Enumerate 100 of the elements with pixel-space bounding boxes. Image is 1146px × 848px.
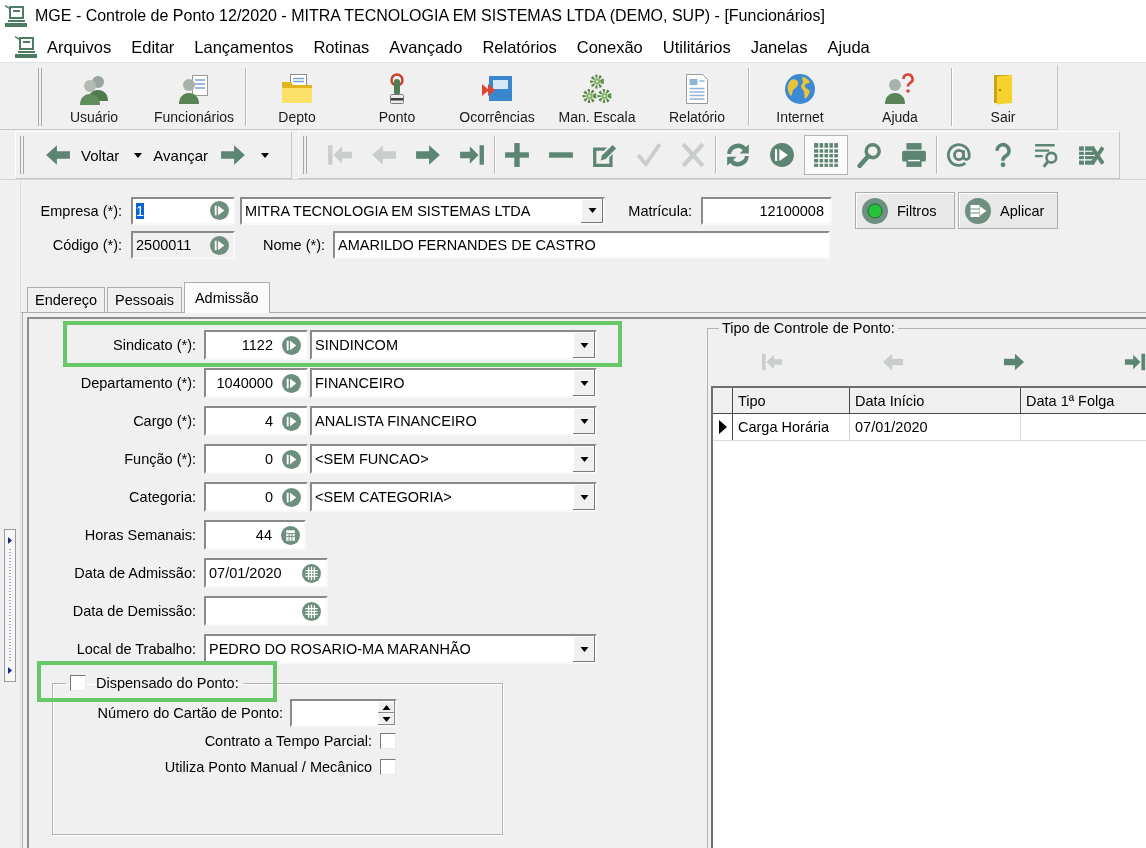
input-field[interactable]: AMARILDO FERNANDES DE CASTRO — [333, 231, 830, 259]
forward-button[interactable]: Avançar — [149, 137, 251, 173]
skip-last-icon[interactable] — [1123, 351, 1146, 373]
grid-icon[interactable] — [813, 142, 839, 168]
toolbar-grip[interactable] — [303, 136, 307, 174]
code-field[interactable]: 4 — [204, 406, 308, 436]
at-sign-icon[interactable] — [946, 142, 972, 168]
dropdown-field[interactable]: FINANCEIRO — [310, 368, 597, 398]
dropdown-field[interactable]: MITRA TECNOLOGIA EM SISTEMAS LTDA — [240, 196, 605, 225]
dropdown-field[interactable]: SINDINCOM — [310, 330, 597, 360]
field-label: Sindicato (*): — [112, 337, 196, 353]
toolbar-grip[interactable] — [20, 136, 24, 174]
spin-field[interactable] — [290, 699, 397, 727]
toolbar-button[interactable] — [804, 135, 848, 175]
field-label: Empresa (*): — [39, 202, 122, 219]
dropdown-button[interactable] — [573, 484, 595, 510]
date-field[interactable] — [204, 596, 328, 626]
play-circle-icon[interactable] — [282, 487, 301, 507]
toolbar-button[interactable]: Man. Escala — [547, 65, 647, 129]
gears-icon[interactable] — [581, 73, 613, 105]
code-field[interactable]: 0 — [204, 482, 308, 512]
code-field[interactable]: 2500011 — [131, 231, 235, 259]
printer-icon[interactable] — [901, 142, 927, 168]
toolbar-button[interactable]: Ajuda — [850, 65, 950, 129]
checkbox[interactable] — [380, 733, 396, 749]
filter-button[interactable]: Filtros — [855, 192, 955, 229]
splitter-handle[interactable] — [4, 529, 16, 682]
refresh-icon[interactable] — [725, 142, 751, 168]
person-document-icon[interactable] — [178, 73, 210, 105]
play-circle-icon[interactable] — [210, 201, 229, 220]
plus-icon[interactable] — [504, 142, 530, 168]
tab[interactable]: Endereço — [27, 287, 106, 312]
dropdown-field[interactable]: ANALISTA FINANCEIRO — [310, 406, 597, 436]
spin-down-button[interactable] — [378, 713, 395, 725]
play-circle-icon[interactable] — [769, 142, 795, 168]
search-icon[interactable] — [857, 142, 883, 168]
toolbar-button[interactable]: Ponto — [347, 65, 447, 129]
play-circle-icon[interactable] — [282, 335, 301, 355]
dropdown-field[interactable]: <SEM FUNCAO> — [310, 444, 597, 474]
toolbar-button[interactable]: Ocorrências — [447, 65, 547, 129]
pencil-icon[interactable] — [592, 142, 618, 168]
toolbar-button[interactable]: Internet — [750, 65, 850, 129]
menu-item[interactable]: Editar — [121, 34, 185, 60]
skip-last-icon[interactable] — [459, 142, 485, 168]
apply-button[interactable]: Aplicar — [958, 192, 1058, 229]
column-header[interactable]: Data Início — [850, 388, 1021, 413]
folder-icon[interactable] — [281, 73, 313, 105]
play-circle-icon[interactable] — [210, 235, 229, 255]
dropdown-button[interactable] — [573, 332, 595, 358]
menu-item[interactable]: Arquivos — [37, 34, 122, 60]
checkbox[interactable] — [70, 675, 86, 691]
play-circle-icon[interactable] — [282, 449, 301, 469]
code-field[interactable]: 1 — [131, 196, 235, 225]
toolbar-button[interactable]: Funcionários — [144, 65, 244, 129]
arrow-right-icon[interactable] — [1002, 351, 1025, 373]
code-field[interactable]: 1122 — [204, 330, 308, 360]
play-circle-icon[interactable] — [282, 411, 301, 431]
spin-up-button[interactable] — [378, 701, 395, 713]
person-question-icon[interactable] — [884, 73, 916, 105]
column-header[interactable]: Data 1ª Folga — [1021, 388, 1146, 413]
dropdown-button[interactable] — [581, 198, 603, 223]
number-field[interactable]: 44 — [204, 520, 306, 550]
globe-icon[interactable] — [784, 73, 816, 105]
menu-item[interactable]: Ajuda — [817, 34, 880, 60]
column-header[interactable]: Tipo — [733, 388, 850, 413]
back-button[interactable]: Voltar — [41, 137, 124, 173]
toolbar-grip[interactable] — [38, 68, 42, 126]
date-field[interactable]: 07/01/2020 — [204, 558, 328, 588]
menu-item[interactable]: Janelas — [740, 34, 818, 60]
calendar-icon[interactable] — [302, 601, 321, 621]
input-field[interactable]: 12100008 — [701, 196, 832, 225]
dropdown-button[interactable] — [573, 370, 595, 396]
menu-item[interactable]: Relatórios — [472, 34, 567, 60]
calendar-icon[interactable] — [302, 563, 321, 583]
tab[interactable]: Admissão — [183, 282, 270, 313]
caret-icon — [579, 646, 589, 652]
calculator-icon[interactable] — [281, 525, 300, 545]
toolbar-button[interactable]: Relatório — [647, 65, 747, 129]
dropdown-field[interactable]: <SEM CATEGORIA> — [310, 482, 597, 512]
menu-item[interactable]: Conexão — [566, 34, 653, 60]
toolbar-button[interactable]: Depto — [247, 65, 347, 129]
tab[interactable]: Pessoais — [107, 287, 182, 312]
menu-item[interactable]: Avançado — [379, 34, 473, 60]
dropdown-button[interactable] — [573, 636, 595, 662]
field-label: Departamento (*): — [79, 375, 196, 391]
play-circle-icon[interactable] — [282, 373, 301, 393]
code-field[interactable]: 1040000 — [204, 368, 308, 398]
list-search-icon[interactable] — [1034, 142, 1060, 168]
users-icon[interactable] — [78, 73, 110, 105]
toolbar-button[interactable]: Usuário — [44, 65, 144, 129]
dropdown-field[interactable]: PEDRO DO ROSARIO-MA MARANHÃO — [204, 634, 597, 664]
menu-item[interactable]: Rotinas — [303, 34, 380, 60]
dropdown-button[interactable] — [573, 408, 595, 434]
menu-item[interactable]: Utilitários — [652, 34, 741, 60]
checkbox[interactable] — [380, 759, 396, 775]
menu-item[interactable]: Lançamentos — [184, 34, 304, 60]
field-label: Data de Admissão: — [73, 565, 196, 581]
dropdown-button[interactable] — [573, 446, 595, 472]
code-field[interactable]: 0 — [204, 444, 308, 474]
toolbar-button[interactable]: Sair — [953, 65, 1053, 129]
